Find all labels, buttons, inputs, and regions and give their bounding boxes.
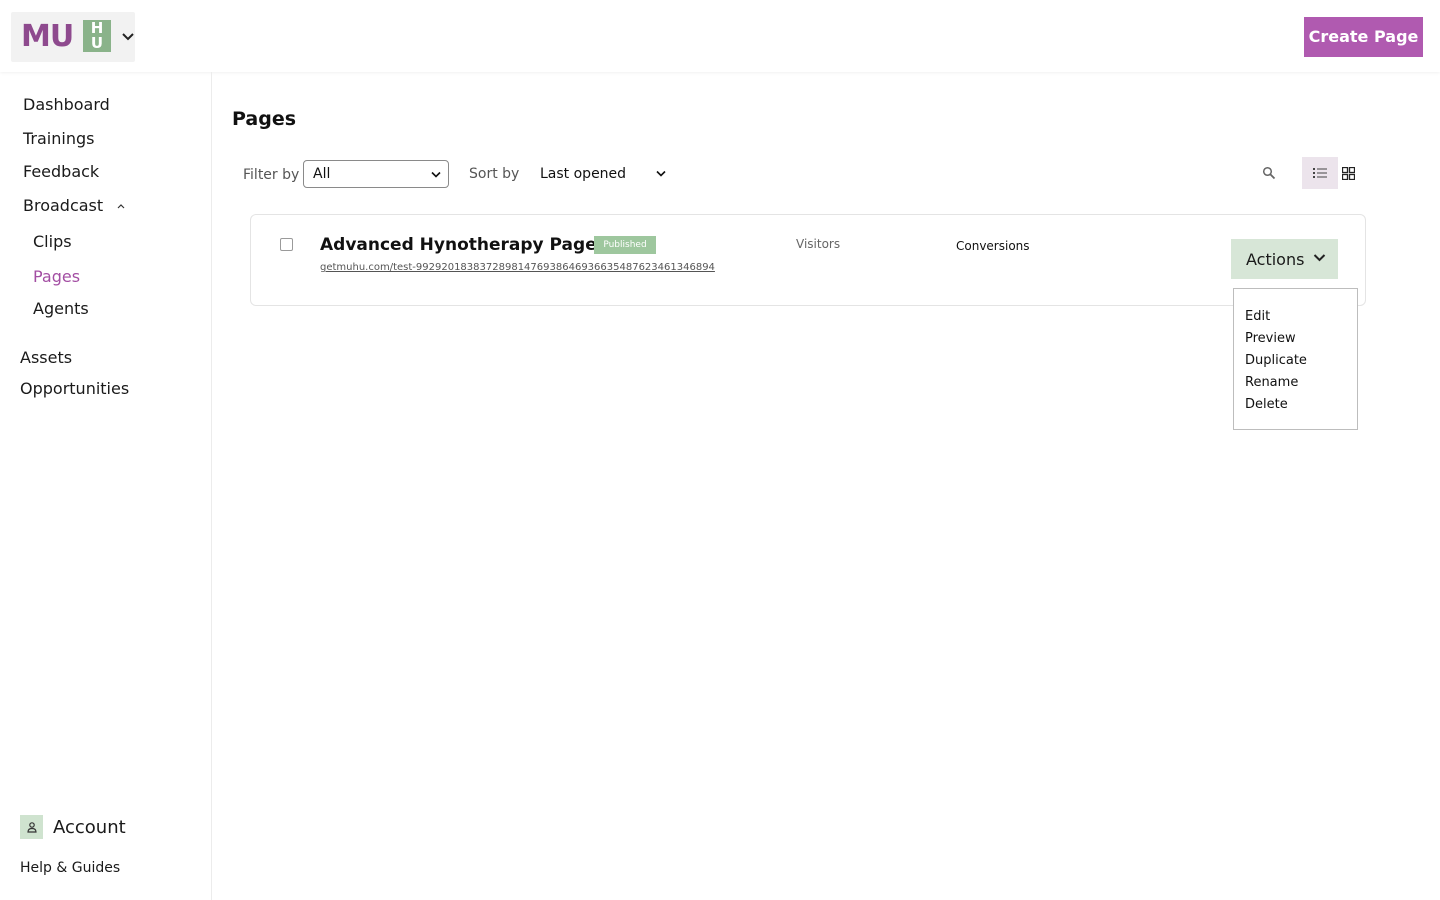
actions-menu: Edit Preview Duplicate Rename Delete: [1233, 288, 1358, 430]
grid-view-toggle[interactable]: [1338, 157, 1358, 189]
actions-button[interactable]: Actions: [1231, 239, 1338, 279]
filter-label: Filter by: [243, 167, 300, 183]
create-page-button[interactable]: Create Page: [1304, 17, 1423, 57]
account-label: Account: [53, 816, 126, 838]
user-icon: [20, 815, 43, 839]
page-select-checkbox[interactable]: [280, 238, 293, 251]
sidebar-item-assets[interactable]: Assets: [20, 348, 72, 367]
sidebar-item-opportunities[interactable]: Opportunities: [20, 379, 129, 398]
list-icon: [1313, 168, 1327, 178]
sidebar-item-broadcast[interactable]: Broadcast: [23, 196, 103, 215]
sort-label: Sort by: [469, 166, 520, 182]
logo-switcher[interactable]: MU HU: [11, 12, 135, 62]
sidebar-item-dashboard[interactable]: Dashboard: [23, 95, 110, 114]
list-view-toggle[interactable]: [1302, 157, 1338, 189]
grid-icon: [1341, 166, 1355, 180]
actions-label: Actions: [1246, 249, 1305, 269]
chevron-down-icon: [656, 170, 666, 177]
menu-item-edit[interactable]: Edit: [1245, 309, 1270, 324]
menu-item-delete[interactable]: Delete: [1245, 397, 1288, 412]
search-icon[interactable]: [1262, 166, 1276, 180]
account-link[interactable]: Account: [20, 815, 126, 839]
visitors-label: Visitors: [796, 237, 841, 251]
status-badge: Published: [594, 236, 656, 254]
sidebar-item-agents[interactable]: Agents: [33, 299, 89, 318]
page-url-link[interactable]: getmuhu.com/test-99292018383728981476938…: [320, 262, 715, 273]
chevron-down-icon: [431, 171, 441, 178]
help-guides-link[interactable]: Help & Guides: [20, 860, 120, 876]
logo: MU: [21, 19, 74, 54]
sort-value: Last opened: [540, 166, 627, 182]
sidebar-item-trainings[interactable]: Trainings: [23, 129, 94, 148]
page-card: [250, 214, 1366, 306]
filter-select[interactable]: All: [303, 160, 449, 188]
sidebar-item-clips[interactable]: Clips: [33, 232, 72, 251]
chevron-up-icon[interactable]: [117, 202, 125, 210]
sidebar-item-pages[interactable]: Pages: [33, 267, 80, 286]
page-title: Pages: [232, 108, 297, 130]
top-header: MU HU Create Page: [0, 0, 1440, 72]
filter-value: All: [313, 166, 331, 182]
logo-mark: HU: [83, 20, 111, 52]
page-title-text[interactable]: Advanced Hynotherapy Page: [320, 235, 597, 255]
sort-select[interactable]: Last opened: [540, 164, 670, 186]
sidebar-item-feedback[interactable]: Feedback: [23, 162, 99, 181]
menu-item-duplicate[interactable]: Duplicate: [1245, 353, 1307, 368]
menu-item-preview[interactable]: Preview: [1245, 331, 1296, 346]
chevron-down-icon: [122, 33, 134, 41]
menu-item-rename[interactable]: Rename: [1245, 375, 1298, 390]
chevron-down-icon: [1313, 254, 1326, 262]
conversions-label: Conversions: [956, 239, 1030, 253]
